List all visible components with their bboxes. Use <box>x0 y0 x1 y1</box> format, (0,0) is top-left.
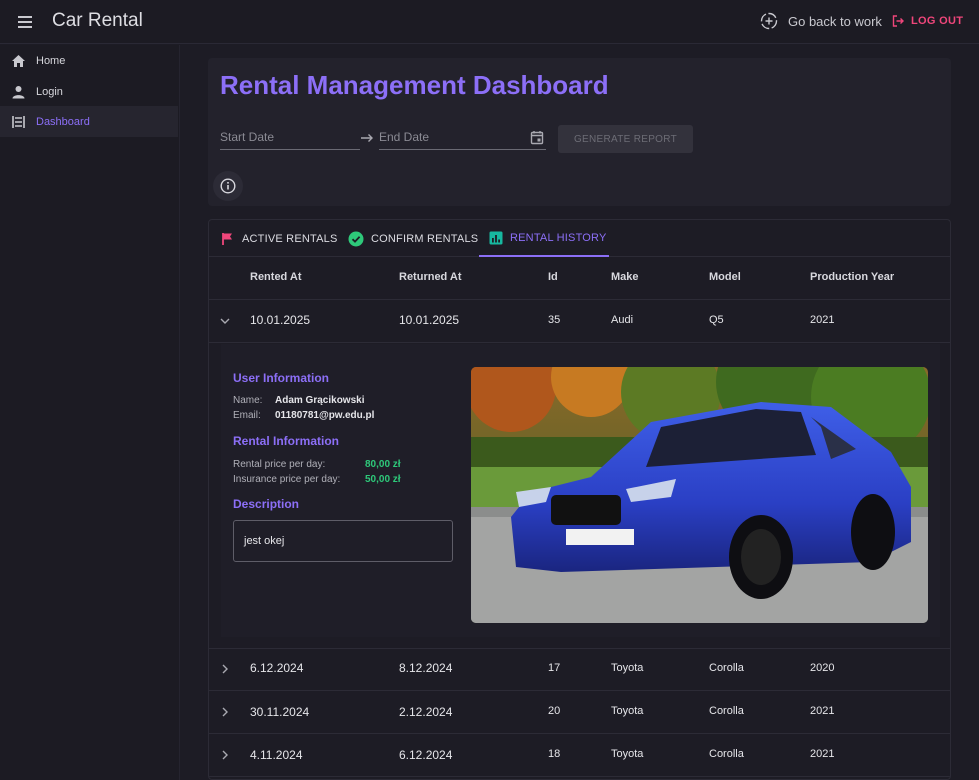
cell-make: Audi <box>611 314 634 326</box>
cell-rented-at: 30.11.2024 <box>250 705 310 719</box>
rental-price-label: Rental price per day: <box>233 459 326 470</box>
car-image <box>471 367 928 623</box>
start-date-field[interactable]: Start Date <box>220 130 360 150</box>
divider <box>209 342 950 343</box>
car-photo <box>471 367 928 623</box>
user-information-title: User Information <box>233 371 330 385</box>
cell-returned-at: 10.01.2025 <box>399 313 460 327</box>
chevron-right-icon[interactable] <box>219 663 231 675</box>
cell-model: Corolla <box>709 662 744 674</box>
column-header-rented-at[interactable]: Rented At <box>250 271 302 283</box>
person-icon <box>12 85 25 98</box>
email-label: Email: <box>233 410 261 421</box>
divider <box>209 776 950 777</box>
sidebar-item-dashboard[interactable]: Dashboard <box>0 106 178 137</box>
cell-production-year: 2021 <box>810 748 835 760</box>
bar-chart-icon <box>489 231 503 244</box>
go-back-to-work-button[interactable]: Go back to work <box>760 12 882 30</box>
sidebar-item-login[interactable]: Login <box>0 76 178 107</box>
cell-returned-at: 2.12.2024 <box>399 705 453 719</box>
cell-make: Toyota <box>611 662 644 674</box>
info-button[interactable] <box>213 171 243 201</box>
column-header-production-year[interactable]: Production Year <box>810 271 894 283</box>
cell-id: 20 <box>548 705 561 717</box>
insurance-price-label: Insurance price per day: <box>233 474 341 485</box>
go-back-label: Go back to work <box>788 13 882 29</box>
cell-production-year: 2021 <box>810 705 835 717</box>
insurance-price-value: 50,00 zł <box>365 474 401 485</box>
cell-rented-at: 6.12.2024 <box>250 661 304 675</box>
sidebar: Home Login Dashboard <box>0 45 180 780</box>
cell-make: Toyota <box>611 748 644 760</box>
tab-active-rentals[interactable]: ACTIVE RENTALS <box>221 220 338 257</box>
dashboard-header-card: Rental Management Dashboard Start Date E… <box>208 58 951 206</box>
end-date-placeholder: End Date <box>379 130 430 144</box>
logout-button[interactable]: LOG OUT <box>891 14 963 28</box>
column-header-id[interactable]: Id <box>548 271 558 283</box>
cell-returned-at: 8.12.2024 <box>399 661 453 675</box>
tab-rental-history[interactable]: RENTAL HISTORY <box>479 220 609 257</box>
rental-information-title: Rental Information <box>233 434 340 448</box>
cell-production-year: 2020 <box>810 662 835 674</box>
menu-icon[interactable] <box>10 10 40 34</box>
chevron-down-icon[interactable] <box>219 315 231 327</box>
column-header-returned-at[interactable]: Returned At <box>399 271 462 283</box>
tab-label: CONFIRM RENTALS <box>371 232 479 245</box>
name-value: Adam Grącikowski <box>275 395 365 406</box>
column-header-make[interactable]: Make <box>611 271 639 283</box>
tab-label: ACTIVE RENTALS <box>242 232 338 245</box>
divider <box>209 299 950 300</box>
sidebar-item-label: Login <box>36 85 63 98</box>
cell-production-year: 2021 <box>810 314 835 326</box>
cell-rented-at: 10.01.2025 <box>250 313 311 327</box>
chevron-right-icon[interactable] <box>219 749 231 761</box>
divider <box>209 648 950 649</box>
rental-tabs: ACTIVE RENTALS CONFIRM RENTALS RENTAL HI… <box>209 220 950 257</box>
arrow-right-icon <box>361 134 373 142</box>
divider <box>209 690 950 691</box>
cell-id: 17 <box>548 662 561 674</box>
check-circle-icon <box>348 231 364 246</box>
flag-icon <box>222 232 232 245</box>
cell-id: 18 <box>548 748 561 760</box>
sidebar-item-home[interactable]: Home <box>0 45 178 76</box>
cell-rented-at: 4.11.2024 <box>250 748 303 762</box>
app-title: Car Rental <box>52 10 143 31</box>
home-icon <box>12 54 25 67</box>
logout-label: LOG OUT <box>911 15 964 27</box>
cell-id: 35 <box>548 314 561 326</box>
end-date-field[interactable]: End Date <box>379 130 546 150</box>
page-title: Rental Management Dashboard <box>220 70 609 100</box>
calendar-icon[interactable] <box>530 130 544 145</box>
sidebar-item-label: Home <box>36 54 66 67</box>
cell-make: Toyota <box>611 705 644 717</box>
tab-label: RENTAL HISTORY <box>510 231 607 244</box>
column-header-model[interactable]: Model <box>709 271 741 283</box>
rentals-table-card: ACTIVE RENTALS CONFIRM RENTALS RENTAL HI… <box>208 219 951 780</box>
logout-icon <box>892 15 904 27</box>
generate-report-button[interactable]: GENERATE REPORT <box>558 125 693 153</box>
chevron-right-icon[interactable] <box>219 706 231 718</box>
rental-detail-panel: User Information Name: Adam Grącikowski … <box>221 344 940 637</box>
dashboard-icon <box>12 115 25 128</box>
cell-returned-at: 6.12.2024 <box>399 748 453 762</box>
divider <box>209 733 950 734</box>
description-box: jest okej <box>233 520 453 562</box>
description-title: Description <box>233 497 300 511</box>
email-value: 01180781@pw.edu.pl <box>275 410 375 421</box>
cell-model: Corolla <box>709 705 744 717</box>
rental-price-value: 80,00 zł <box>365 459 401 470</box>
start-date-placeholder: Start Date <box>220 130 275 144</box>
top-app-bar: Car Rental Go back to work LOG OUT <box>0 0 979 44</box>
plus-circle-icon <box>760 12 778 30</box>
cell-model: Q5 <box>709 314 724 326</box>
info-icon <box>220 178 236 194</box>
tab-confirm-rentals[interactable]: CONFIRM RENTALS <box>348 220 478 257</box>
sidebar-item-label: Dashboard <box>36 115 90 128</box>
cell-model: Corolla <box>709 748 744 760</box>
name-label: Name: <box>233 395 263 406</box>
